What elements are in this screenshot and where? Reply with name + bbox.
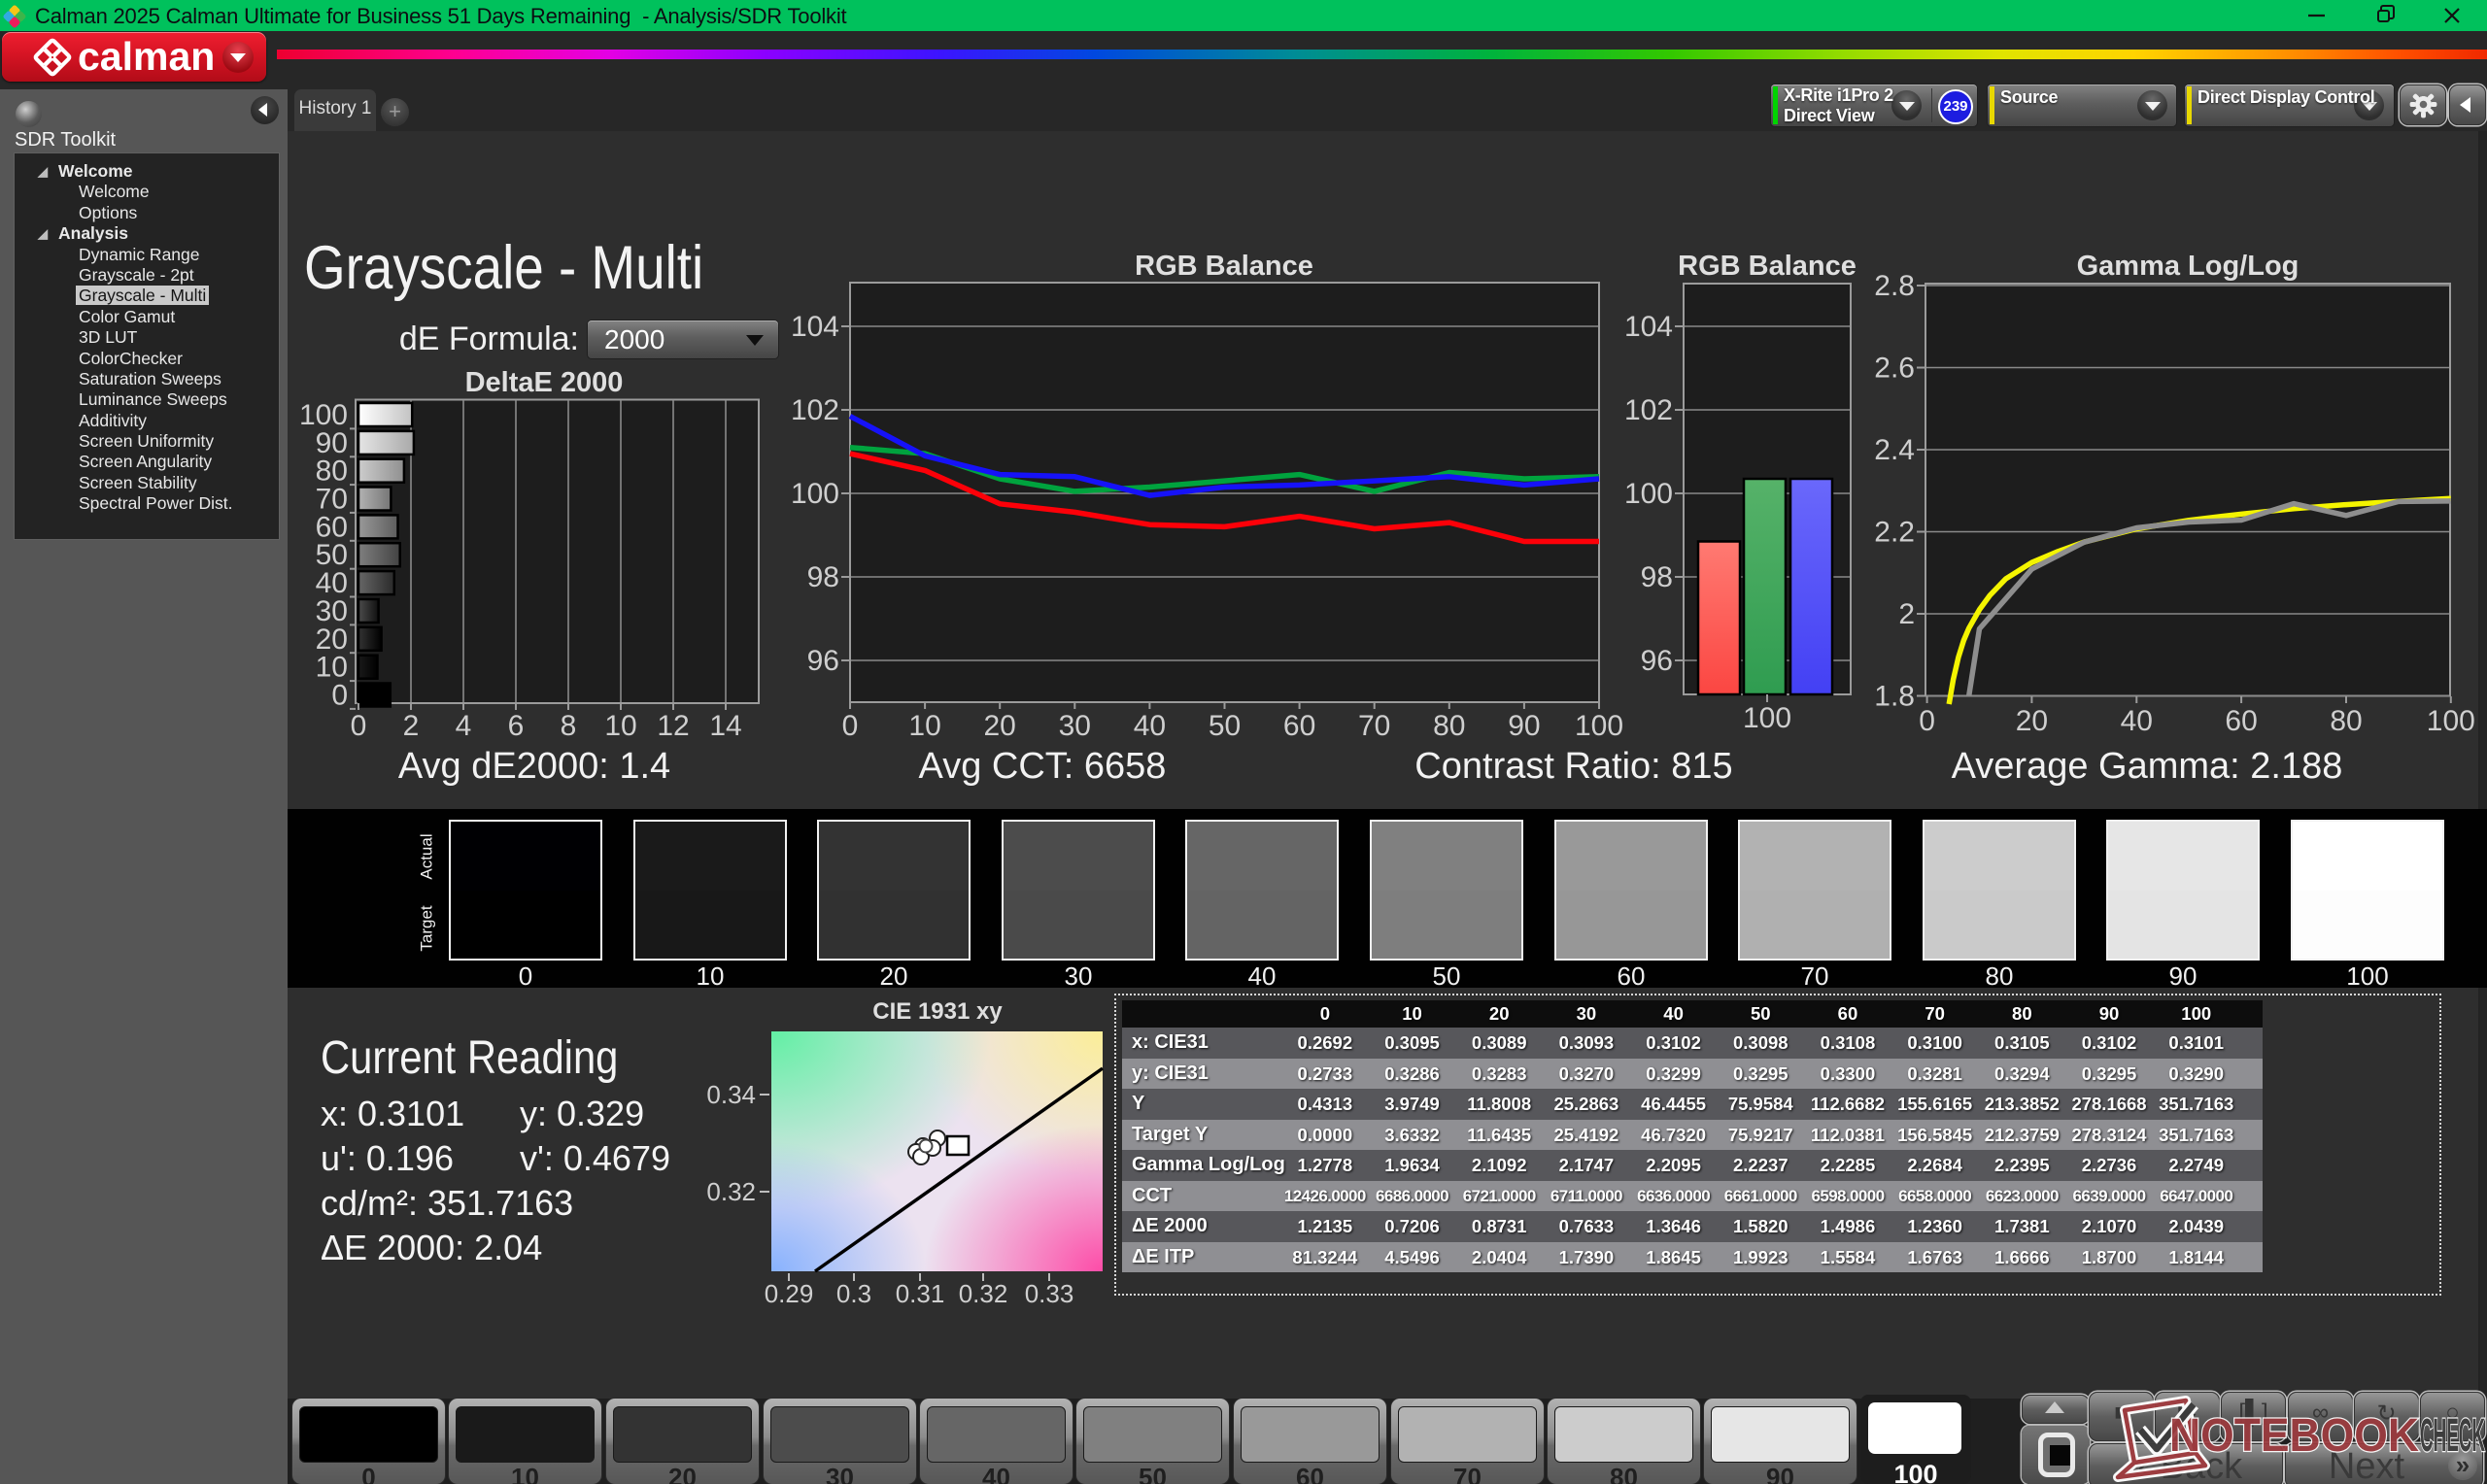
svg-text:0: 0: [1919, 705, 1935, 737]
svg-text:0.32: 0.32: [706, 1177, 756, 1206]
svg-text:14: 14: [709, 710, 741, 742]
svg-text:4: 4: [456, 710, 472, 742]
svg-text:0.31: 0.31: [896, 1279, 945, 1308]
svg-text:6: 6: [508, 710, 525, 742]
svg-text:1.8: 1.8: [1874, 681, 1915, 713]
svg-text:2: 2: [1898, 598, 1915, 630]
svg-text:104: 104: [791, 311, 839, 343]
svg-text:40: 40: [2121, 705, 2153, 737]
svg-text:102: 102: [1624, 394, 1673, 426]
svg-text:60: 60: [1283, 710, 1315, 742]
svg-text:30: 30: [1059, 710, 1091, 742]
svg-text:100: 100: [2427, 705, 2475, 737]
svg-text:50: 50: [1209, 710, 1241, 742]
svg-text:NOTEBOOK: NOTEBOOK: [2169, 1410, 2419, 1462]
svg-text:98: 98: [807, 561, 839, 593]
svg-text:90: 90: [1508, 710, 1540, 742]
svg-text:0.33: 0.33: [1025, 1279, 1074, 1308]
svg-text:10: 10: [604, 710, 636, 742]
svg-text:102: 102: [791, 394, 839, 426]
svg-text:0.34: 0.34: [706, 1080, 756, 1109]
svg-text:0.29: 0.29: [765, 1279, 814, 1308]
svg-text:20: 20: [984, 710, 1016, 742]
svg-text:0.32: 0.32: [959, 1279, 1008, 1308]
svg-text:96: 96: [1641, 645, 1673, 677]
svg-text:2.4: 2.4: [1874, 434, 1915, 466]
svg-text:CHECK: CHECK: [2420, 1410, 2485, 1462]
svg-text:0: 0: [842, 710, 859, 742]
svg-text:0: 0: [331, 680, 348, 712]
svg-text:40: 40: [1134, 710, 1166, 742]
svg-text:80: 80: [1433, 710, 1465, 742]
svg-text:12: 12: [657, 710, 689, 742]
svg-text:100: 100: [1624, 478, 1673, 510]
svg-text:98: 98: [1641, 561, 1673, 593]
svg-text:100: 100: [1743, 702, 1791, 734]
svg-text:2.2: 2.2: [1874, 517, 1915, 549]
svg-text:20: 20: [2016, 705, 2048, 737]
svg-text:10: 10: [908, 710, 940, 742]
svg-text:80: 80: [2330, 705, 2362, 737]
svg-text:96: 96: [807, 645, 839, 677]
svg-text:2: 2: [403, 710, 420, 742]
svg-text:2.6: 2.6: [1874, 353, 1915, 385]
svg-text:60: 60: [2225, 705, 2257, 737]
svg-text:70: 70: [1358, 710, 1390, 742]
svg-text:100: 100: [791, 478, 839, 510]
svg-text:2.8: 2.8: [1874, 270, 1915, 302]
svg-text:0.3: 0.3: [836, 1279, 871, 1308]
svg-text:104: 104: [1624, 311, 1673, 343]
svg-text:8: 8: [561, 710, 577, 742]
svg-text:0: 0: [351, 710, 367, 742]
